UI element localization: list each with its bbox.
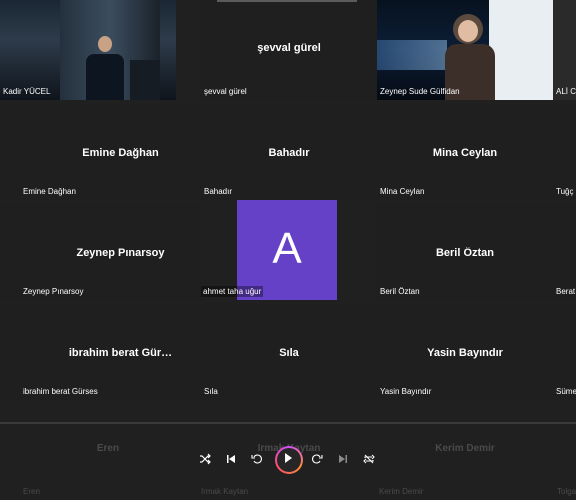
loop-icon[interactable] <box>359 449 379 469</box>
participant-label: Sıla <box>279 347 299 359</box>
participant-name: Beril Öztan <box>380 287 420 296</box>
media-controls <box>195 446 385 472</box>
participant-name: Irmak Kaytan <box>201 487 249 496</box>
participant-name: Emine Dağhan <box>23 187 76 196</box>
participant-label: Emine Dağhan <box>82 147 159 159</box>
video-feed <box>377 0 553 100</box>
forward-10-icon[interactable] <box>307 449 327 469</box>
participant-tile-zeynep-pinarsoy[interactable]: Zeynep Pınarsoy Zeynep Pınarsoy <box>0 205 201 300</box>
participant-name: şevval gürel <box>204 87 247 96</box>
participant-name: Süme <box>556 387 576 396</box>
participant-tile-sevval[interactable]: şevval gürel şevval gürel <box>201 0 377 100</box>
active-speaker-name: ahmet taha uğur <box>201 286 264 297</box>
previous-icon[interactable] <box>221 449 241 469</box>
participant-name: Berat <box>556 287 576 296</box>
participant-label: Yasin Bayındır <box>427 347 503 359</box>
participant-name: Tuğç <box>556 187 574 196</box>
participant-name: Kadir YÜCEL <box>3 87 51 96</box>
next-icon[interactable] <box>333 449 353 469</box>
participant-tile-emine[interactable]: Emine Dağhan Emine Dağhan <box>0 105 201 200</box>
avatar-initial: A <box>272 224 302 273</box>
participant-tile-ibrahim[interactable]: ibrahim berat Gür… ibrahim berat Gürses <box>0 305 201 400</box>
participant-tile-beril[interactable]: Beril Öztan Beril Öztan <box>377 205 553 300</box>
participant-name: Zeynep Pınarsoy <box>23 287 84 296</box>
participant-tile-mina[interactable]: Mina Ceylan Mina Ceylan <box>377 105 553 200</box>
participant-label: Mina Ceylan <box>432 147 498 159</box>
participant-tile-ali: ALİ C <box>553 0 576 100</box>
participant-tile-sume[interactable]: Süme <box>553 305 576 400</box>
participant-tile-berat[interactable]: Berat <box>553 205 576 300</box>
participant-label: Zeynep Pınarsoy <box>76 247 165 259</box>
participant-name: Mina Ceylan <box>380 187 425 196</box>
participant-name: Kerim Demir <box>379 487 424 496</box>
video-feed <box>0 0 176 100</box>
participant-tile-yasin[interactable]: Yasin Bayındır Yasin Bayındır <box>377 305 553 400</box>
participant-label: Bahadır <box>268 147 310 159</box>
play-icon[interactable] <box>275 446 303 474</box>
participant-label: Kerim Demir <box>435 443 495 454</box>
active-speaker-avatar[interactable]: A <box>237 200 337 300</box>
participant-label: ibrahim berat Gür… <box>68 347 173 359</box>
participant-name: Eren <box>23 487 40 496</box>
participant-label: Beril Öztan <box>435 247 495 259</box>
participant-name: ALİ C <box>556 87 576 96</box>
participant-tile-zeynep-sude: Zeynep Sude Gülfidan <box>377 0 553 100</box>
shuffle-icon[interactable] <box>195 449 215 469</box>
participant-name: Yasin Bayındır <box>380 387 432 396</box>
participant-tile-bahadir[interactable]: Bahadır Bahadır <box>201 105 377 200</box>
participant-tile-kadir: Kadir YÜCEL <box>0 0 176 100</box>
participant-label: şevval gürel <box>257 42 321 54</box>
participant-name: Bahadır <box>204 187 233 196</box>
participant-tile-tugce[interactable]: Tuğç <box>553 105 576 200</box>
participant-name: Sıla <box>204 387 218 396</box>
participant-tile-sila[interactable]: Sıla Sıla <box>201 305 377 400</box>
divider <box>0 422 576 424</box>
participant-label: Eren <box>96 443 120 454</box>
participant-name: Zeynep Sude Gülfidan <box>380 87 460 96</box>
participant-name: ibrahim berat Gürses <box>23 387 98 396</box>
rewind-10-icon[interactable] <box>247 449 267 469</box>
participant-name: Tolga <box>557 487 576 496</box>
